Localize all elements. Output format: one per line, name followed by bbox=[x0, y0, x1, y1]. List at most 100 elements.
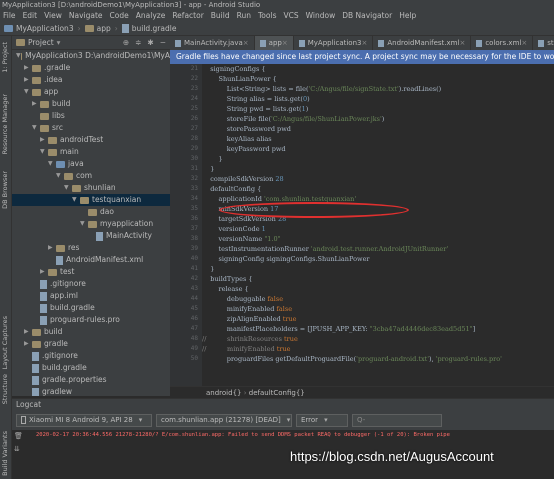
editor-tab[interactable]: MyApplication3 × bbox=[294, 36, 374, 50]
code-line[interactable]: ShunLianPower { bbox=[202, 74, 554, 84]
menu-tools[interactable]: Tools bbox=[258, 10, 276, 22]
code-editor[interactable]: signingConfigs { ShunLianPower { List<St… bbox=[202, 64, 554, 386]
tree-item[interactable]: ▶ build bbox=[12, 98, 170, 110]
code-line[interactable]: } bbox=[202, 164, 554, 174]
expanded-arrow-icon[interactable]: ▼ bbox=[64, 182, 72, 194]
project-view-selector[interactable]: Project bbox=[28, 38, 54, 47]
collapsed-arrow-icon[interactable]: ▶ bbox=[24, 326, 32, 338]
menu-run[interactable]: Run bbox=[237, 10, 251, 22]
tree-item[interactable]: AndroidManifest.xml bbox=[12, 254, 170, 266]
gear-icon[interactable]: ✱ bbox=[147, 38, 153, 47]
tree-item[interactable]: ▶ test bbox=[12, 266, 170, 278]
menu-window[interactable]: Window bbox=[306, 10, 336, 22]
trash-icon[interactable]: 🗑 bbox=[14, 432, 24, 440]
editor-tab[interactable]: stri × bbox=[533, 36, 554, 50]
tree-item[interactable]: ▼ shunlian bbox=[12, 182, 170, 194]
menu-navigate[interactable]: Navigate bbox=[69, 10, 103, 22]
logcat-search-input[interactable]: Q- bbox=[352, 413, 442, 427]
tree-item[interactable]: proguard-rules.pro bbox=[12, 314, 170, 326]
code-line[interactable]: buildTypes { bbox=[202, 274, 554, 284]
menu-edit[interactable]: Edit bbox=[23, 10, 38, 22]
menu-help[interactable]: Help bbox=[399, 10, 416, 22]
code-line[interactable]: } bbox=[202, 264, 554, 274]
expanded-arrow-icon[interactable]: ▼ bbox=[72, 194, 80, 206]
collapse-icon[interactable]: ≑ bbox=[135, 38, 141, 47]
close-icon[interactable]: × bbox=[459, 36, 465, 50]
expanded-arrow-icon[interactable]: ▼ bbox=[32, 122, 40, 134]
tree-item[interactable]: ▶ res bbox=[12, 242, 170, 254]
code-line[interactable]: } bbox=[202, 154, 554, 164]
nav-file[interactable]: build.gradle bbox=[121, 24, 176, 33]
menu-refactor[interactable]: Refactor bbox=[172, 10, 203, 22]
tree-item[interactable]: .gitignore bbox=[12, 278, 170, 290]
tree-item[interactable]: libs bbox=[12, 110, 170, 122]
code-line[interactable]: String pwd = lists.get(1) bbox=[202, 104, 554, 114]
tree-item[interactable]: ▼ com bbox=[12, 170, 170, 182]
code-line[interactable]: // minifyEnabled true bbox=[202, 344, 554, 354]
tree-item[interactable]: ▼ MyApplication3 D:\androidDemo1\MyA bbox=[12, 50, 170, 62]
tree-item[interactable]: ▼ myapplication bbox=[12, 218, 170, 230]
code-line[interactable]: // shrinkResources true bbox=[202, 334, 554, 344]
tree-item[interactable]: ▶ gradle bbox=[12, 338, 170, 350]
collapsed-arrow-icon[interactable]: ▶ bbox=[24, 74, 32, 86]
menu-view[interactable]: View bbox=[44, 10, 62, 22]
expanded-arrow-icon[interactable]: ▼ bbox=[16, 50, 21, 62]
code-line[interactable]: List<String> lists = file('C:/Angus/file… bbox=[202, 84, 554, 94]
tree-item[interactable]: gradlew bbox=[12, 386, 170, 396]
side-tab-build-variants[interactable]: Build Variants bbox=[1, 431, 9, 476]
locate-icon[interactable]: ⊕ bbox=[123, 38, 129, 47]
code-line[interactable]: manifestPlaceholders = [JPUSH_APP_KEY: "… bbox=[202, 324, 554, 334]
tree-item[interactable]: ▶ .gradle bbox=[12, 62, 170, 74]
code-line[interactable]: signingConfig signingConfigs.ShunLianPow… bbox=[202, 254, 554, 264]
menu-code[interactable]: Code bbox=[110, 10, 129, 22]
tree-item[interactable]: build.gradle bbox=[12, 362, 170, 374]
code-line[interactable]: versionCode 1 bbox=[202, 224, 554, 234]
tree-item[interactable]: ▼ java bbox=[12, 158, 170, 170]
editor-tab[interactable]: app × bbox=[254, 36, 294, 50]
code-line[interactable]: release { bbox=[202, 284, 554, 294]
scroll-end-icon[interactable]: ⇊ bbox=[14, 445, 24, 453]
menu-file[interactable]: File bbox=[3, 10, 16, 22]
tree-item[interactable]: ▶ androidTest bbox=[12, 134, 170, 146]
tree-item[interactable]: ▼ testquanxian bbox=[12, 194, 170, 206]
log-level-dropdown[interactable]: Error ▾ bbox=[296, 413, 348, 427]
menu-build[interactable]: Build bbox=[211, 10, 230, 22]
code-line[interactable]: keyAlias alias bbox=[202, 134, 554, 144]
hide-icon[interactable]: − bbox=[160, 38, 166, 47]
expanded-arrow-icon[interactable]: ▼ bbox=[24, 86, 32, 98]
expanded-arrow-icon[interactable]: ▼ bbox=[56, 170, 64, 182]
code-line[interactable]: signingConfigs { bbox=[202, 64, 554, 74]
code-line[interactable]: proguardFiles getDefaultProguardFile('pr… bbox=[202, 354, 554, 364]
tree-item[interactable]: gradle.properties bbox=[12, 374, 170, 386]
expanded-arrow-icon[interactable]: ▼ bbox=[48, 158, 56, 170]
tree-item[interactable]: ▼ main bbox=[12, 146, 170, 158]
close-icon[interactable]: × bbox=[243, 36, 249, 50]
code-line[interactable]: storePassword pwd bbox=[202, 124, 554, 134]
collapsed-arrow-icon[interactable]: ▶ bbox=[48, 242, 56, 254]
code-line[interactable]: debuggable false bbox=[202, 294, 554, 304]
code-line[interactable]: keyPassword pwd bbox=[202, 144, 554, 154]
collapsed-arrow-icon[interactable]: ▶ bbox=[40, 134, 48, 146]
nav-module[interactable]: app bbox=[84, 24, 111, 33]
menu-analyze[interactable]: Analyze bbox=[136, 10, 166, 22]
nav-project[interactable]: MyApplication3 bbox=[4, 24, 74, 33]
breadcrumb-android[interactable]: android{} bbox=[206, 389, 241, 397]
close-icon[interactable]: × bbox=[282, 36, 288, 50]
editor-tab[interactable]: AndroidManifest.xml × bbox=[373, 36, 472, 50]
side-tab-structure[interactable]: Structure bbox=[1, 374, 9, 404]
side-tab-layout-captures[interactable]: Layout Captures bbox=[1, 316, 9, 369]
tree-item[interactable]: ▼ app bbox=[12, 86, 170, 98]
breadcrumb-default-config[interactable]: defaultConfig{} bbox=[249, 389, 305, 397]
menu-db-navigator[interactable]: DB Navigator bbox=[342, 10, 392, 22]
tree-item[interactable]: ▶ build bbox=[12, 326, 170, 338]
collapsed-arrow-icon[interactable]: ▶ bbox=[32, 98, 40, 110]
tree-item[interactable]: app.iml bbox=[12, 290, 170, 302]
close-icon[interactable]: × bbox=[521, 36, 527, 50]
close-icon[interactable]: × bbox=[361, 36, 367, 50]
side-tab-resource-manager[interactable]: Resource Manager bbox=[1, 94, 9, 154]
tree-item[interactable]: .gitignore bbox=[12, 350, 170, 362]
collapsed-arrow-icon[interactable]: ▶ bbox=[40, 266, 48, 278]
code-line[interactable]: zipAlignEnabled true bbox=[202, 314, 554, 324]
code-line[interactable]: compileSdkVersion 28 bbox=[202, 174, 554, 184]
code-line[interactable]: String alias = lists.get(0) bbox=[202, 94, 554, 104]
